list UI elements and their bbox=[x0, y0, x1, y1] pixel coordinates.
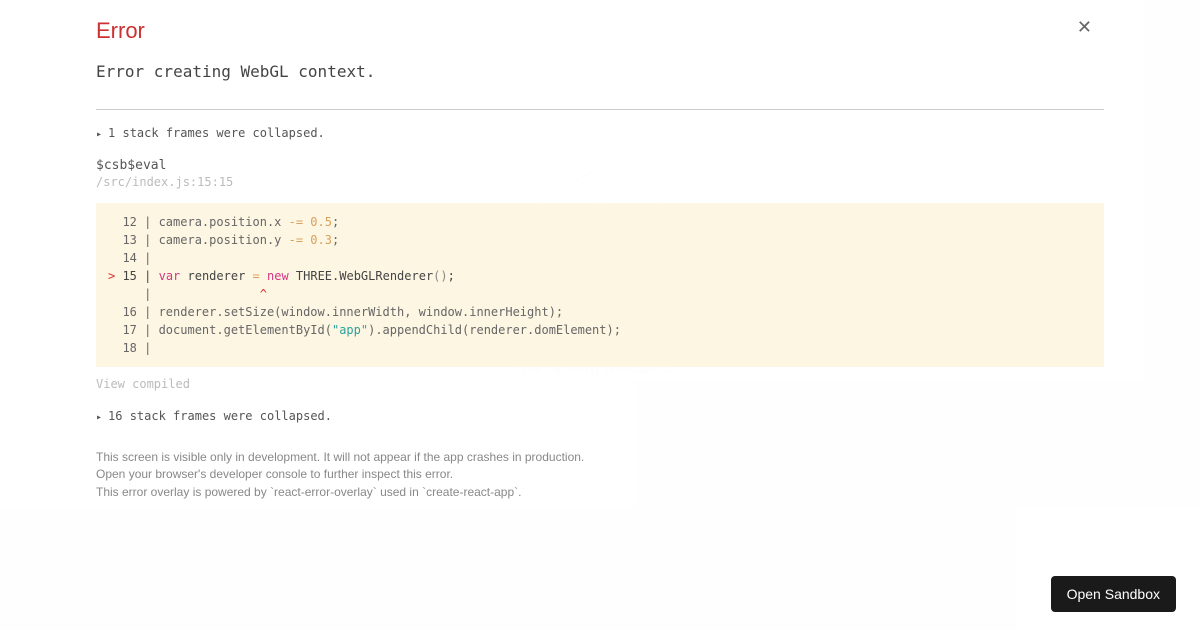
footer-text: This screen is visible only in developme… bbox=[96, 449, 1104, 501]
code-block: 12 | camera.position.x -= 0.5; 13 | came… bbox=[96, 203, 1104, 367]
code-line: 12 | camera.position.x -= 0.5; bbox=[96, 213, 1104, 231]
frame-function-name: $csb$eval bbox=[96, 158, 1104, 173]
error-overlay: ✕ Error Error creating WebGL context. 1 … bbox=[0, 0, 1200, 630]
collapsed-frames-top[interactable]: 1 stack frames were collapsed. bbox=[96, 126, 1104, 140]
open-sandbox-button[interactable]: Open Sandbox bbox=[1051, 576, 1176, 612]
error-message: Error creating WebGL context. bbox=[96, 62, 1104, 81]
code-line: 16 | renderer.setSize(window.innerWidth,… bbox=[96, 303, 1104, 321]
divider bbox=[96, 109, 1104, 110]
code-line: 14 | bbox=[96, 249, 1104, 267]
collapsed-frames-bottom[interactable]: 16 stack frames were collapsed. bbox=[96, 409, 1104, 423]
code-line: 17 | document.getElementById("app").appe… bbox=[96, 321, 1104, 339]
code-line: 13 | camera.position.y -= 0.3; bbox=[96, 231, 1104, 249]
close-icon[interactable]: ✕ bbox=[1077, 18, 1092, 36]
code-line-caret: | ^ bbox=[96, 285, 1104, 303]
footer-line: This error overlay is powered by `react-… bbox=[96, 484, 1104, 501]
footer-line: This screen is visible only in developme… bbox=[96, 449, 1104, 466]
footer-line: Open your browser's developer console to… bbox=[96, 466, 1104, 483]
view-compiled-link[interactable]: View compiled bbox=[96, 377, 1104, 391]
code-line: 18 | bbox=[96, 339, 1104, 357]
code-line-error: > 15 | var renderer = new THREE.WebGLRen… bbox=[96, 267, 1104, 285]
frame-location: /src/index.js:15:15 bbox=[96, 175, 1104, 189]
error-title: Error bbox=[96, 18, 1104, 44]
